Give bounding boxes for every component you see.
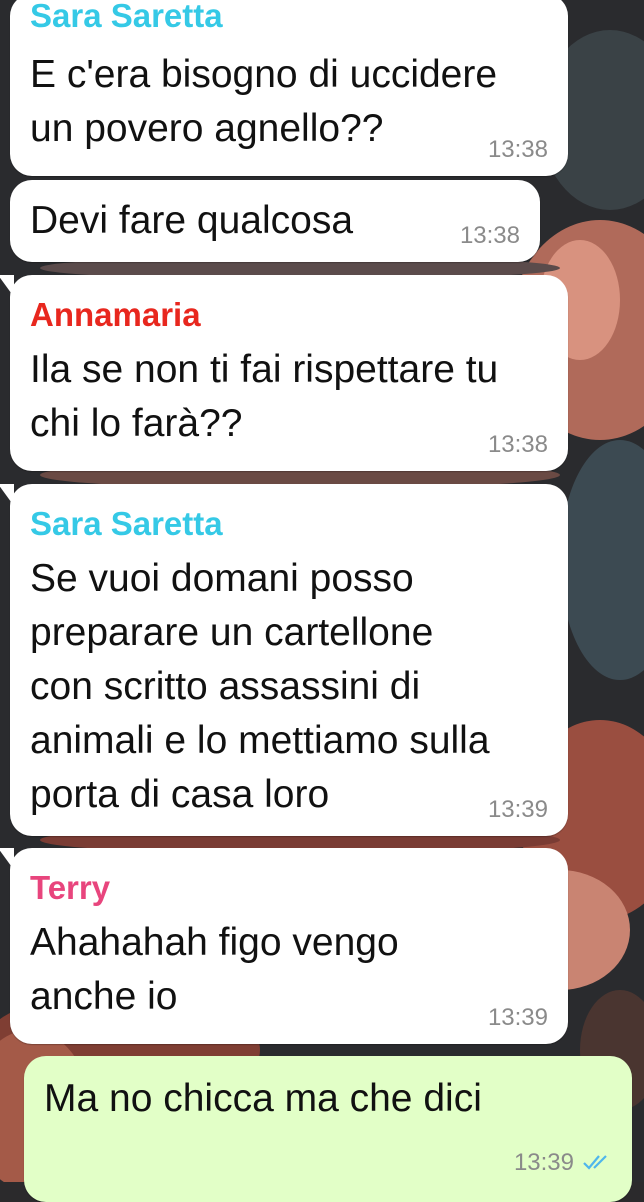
bubble-tail bbox=[0, 484, 14, 506]
message-line: E c'era bisogno di uccidere bbox=[30, 53, 498, 96]
message-time: 13:39 bbox=[487, 796, 548, 823]
message-line: Ma no chicca ma che dici bbox=[44, 1077, 482, 1120]
bubble-tail bbox=[0, 848, 14, 870]
message-text: E c'era bisogno di uccidere un povero ag… bbox=[30, 48, 546, 156]
sender-name[interactable]: Annamaria bbox=[30, 295, 546, 335]
sender-name[interactable]: Terry bbox=[30, 868, 546, 908]
message-text: Ahahahah figo vengo anche io bbox=[30, 916, 546, 1024]
message-text: Ila se non ti fai rispettare tu chi lo f… bbox=[30, 343, 546, 451]
message-line: porta di casa loro bbox=[30, 773, 330, 816]
message-bubble-incoming[interactable]: Sara Saretta E c'era bisogno di uccidere… bbox=[10, 0, 568, 176]
message-text: Se vuoi domani posso preparare un cartel… bbox=[30, 552, 546, 822]
bubble-tail bbox=[0, 275, 14, 297]
message-bubble-incoming[interactable]: Terry Ahahahah figo vengo anche io 13:39 bbox=[0, 848, 568, 1044]
sender-name[interactable]: Sara Saretta bbox=[30, 504, 546, 544]
message-bubble-outgoing[interactable]: Ma no chicca ma che dici 13:39 bbox=[24, 1056, 632, 1202]
message-line: Devi fare qualcosa bbox=[30, 199, 354, 242]
message-bubble-incoming[interactable]: Devi fare qualcosa 13:38 bbox=[10, 180, 540, 262]
message-text: Ma no chicca ma che dici bbox=[44, 1072, 610, 1126]
message-line: Ahahahah figo vengo bbox=[30, 921, 399, 964]
message-time: 13:39 bbox=[513, 1149, 574, 1177]
message-line: Se vuoi domani posso bbox=[30, 557, 414, 600]
double-check-read-icon bbox=[582, 1150, 612, 1178]
message-bubble-incoming[interactable]: Annamaria Ila se non ti fai rispettare t… bbox=[0, 275, 568, 471]
message-line: Ila se non ti fai rispettare tu bbox=[30, 348, 499, 391]
sender-name[interactable]: Sara Saretta bbox=[30, 0, 546, 36]
message-line: chi lo farà?? bbox=[30, 402, 243, 445]
message-time: 13:38 bbox=[487, 136, 548, 163]
message-time: 13:39 bbox=[487, 1004, 548, 1031]
message-time: 13:38 bbox=[487, 431, 548, 458]
message-line: con scritto assassini di bbox=[30, 665, 421, 708]
message-line: animali e lo mettiamo sulla bbox=[30, 719, 490, 762]
message-bubble-incoming[interactable]: Sara Saretta Se vuoi domani posso prepar… bbox=[0, 484, 568, 836]
message-line: un povero agnello?? bbox=[30, 107, 384, 150]
message-time-row: 13:39 bbox=[514, 1149, 612, 1178]
message-text: Devi fare qualcosa bbox=[30, 194, 518, 248]
message-line: anche io bbox=[30, 975, 178, 1018]
message-line: preparare un cartellone bbox=[30, 611, 434, 654]
message-time: 13:38 bbox=[459, 222, 520, 249]
